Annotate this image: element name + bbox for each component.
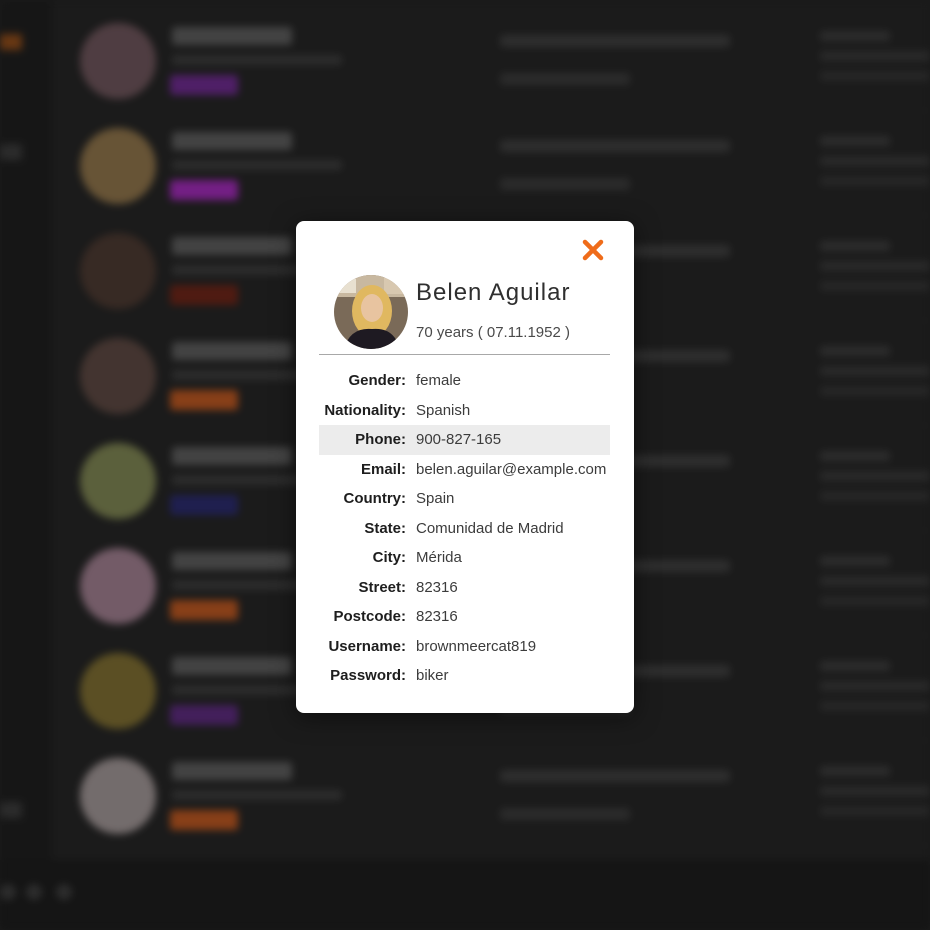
detail-row-gender: Gender: female	[319, 366, 610, 396]
detail-value: Comunidad de Madrid	[416, 519, 564, 537]
detail-row-state: State: Comunidad de Madrid	[319, 514, 610, 544]
divider	[319, 354, 610, 355]
profile-age: 70 years ( 07.11.1952 )	[416, 324, 570, 341]
detail-label: Nationality:	[324, 401, 406, 419]
detail-value: 82316	[416, 578, 458, 596]
profile-details: Gender: female Nationality: Spanish Phon…	[319, 366, 610, 691]
detail-label: Street:	[358, 578, 406, 596]
detail-label: Password:	[330, 667, 406, 685]
detail-row-email: Email: belen.aguilar@example.com	[319, 455, 610, 485]
close-icon	[582, 239, 604, 261]
detail-value: Mérida	[416, 549, 462, 567]
detail-value: brownmeercat819	[416, 637, 537, 655]
detail-label: City:	[372, 549, 406, 567]
detail-row-password: Password: biker	[319, 661, 610, 691]
detail-row-nationality: Nationality: Spanish	[319, 396, 610, 426]
detail-value: belen.aguilar@example.com	[416, 460, 607, 478]
detail-label: State:	[364, 519, 406, 537]
detail-value: 82316	[416, 608, 458, 626]
close-button[interactable]	[580, 237, 606, 263]
profile-name: Belen Aguilar	[416, 279, 571, 306]
detail-row-city: City: Mérida	[319, 543, 610, 573]
detail-label: Email:	[360, 460, 406, 478]
detail-value: 900-827-165	[416, 431, 502, 449]
detail-row-phone[interactable]: Phone: 900-827-165	[319, 425, 610, 455]
detail-row-postcode: Postcode: 82316	[319, 602, 610, 632]
detail-label: Postcode:	[333, 608, 406, 626]
detail-row-street: Street: 82316	[319, 573, 610, 603]
detail-value: biker	[416, 667, 449, 685]
profile-avatar	[334, 275, 408, 349]
detail-value: female	[416, 372, 462, 390]
detail-row-country: Country: Spain	[319, 484, 610, 514]
detail-label: Country:	[343, 490, 407, 508]
detail-value: Spain	[416, 490, 455, 508]
detail-row-username: Username: brownmeercat819	[319, 632, 610, 662]
detail-label: Gender:	[348, 372, 406, 390]
detail-label: Phone:	[355, 431, 406, 449]
user-detail-modal: Belen Aguilar 70 years ( 07.11.1952 ) Ge…	[296, 221, 634, 713]
detail-value: Spanish	[416, 401, 471, 419]
profile-photo	[334, 275, 408, 349]
detail-label: Username:	[328, 637, 406, 655]
